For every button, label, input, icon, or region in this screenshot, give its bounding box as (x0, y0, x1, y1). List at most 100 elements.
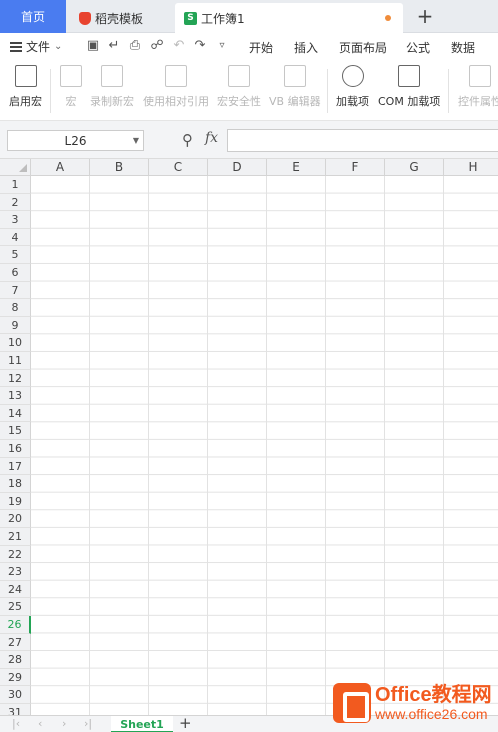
relative-reference-icon (165, 65, 187, 87)
column-header[interactable]: G (385, 159, 444, 176)
formula-input[interactable] (227, 129, 498, 152)
add-sheet-button[interactable]: + (179, 714, 192, 732)
row-header[interactable]: 7 (0, 281, 31, 300)
redo-icon[interactable]: ↷ (193, 39, 207, 53)
menu-bar: 文件 ⌄ ▣ ↵ ⎙ ☍ ↶ ↷ ▿ 开始 插入 页面布局 公式 数据 (0, 33, 498, 61)
column-header[interactable]: D (208, 159, 267, 176)
row-header[interactable]: 2 (0, 193, 31, 212)
row-header[interactable]: 22 (0, 545, 31, 564)
row-header[interactable]: 23 (0, 563, 31, 581)
addins-icon (341, 65, 364, 87)
macro-security-label: 宏安全性 (217, 95, 261, 108)
chevron-down-icon[interactable]: ▼ (133, 136, 139, 145)
row-header[interactable]: 6 (0, 264, 31, 282)
row-header[interactable]: 24 (0, 580, 31, 599)
ribbon-separator (448, 69, 449, 113)
row-header[interactable]: 20 (0, 510, 31, 528)
menu-data[interactable]: 数据 (451, 39, 475, 56)
row-header[interactable]: 29 (0, 668, 31, 687)
macro-security-button[interactable]: 宏安全性 (217, 65, 261, 109)
row-header[interactable]: 5 (0, 246, 31, 264)
row-header[interactable]: 27 (0, 633, 31, 652)
customize-quick-access-icon[interactable]: ▿ (215, 39, 229, 53)
tab-home-label: 首页 (20, 10, 45, 24)
row-header[interactable]: 4 (0, 228, 31, 247)
last-sheet-icon[interactable]: ›| (84, 717, 92, 730)
row-header[interactable]: 9 (0, 316, 31, 335)
column-header[interactable]: B (90, 159, 149, 176)
row-header[interactable]: 13 (0, 387, 31, 405)
relative-reference-button[interactable]: 使用相对引用 (143, 65, 209, 109)
first-sheet-icon[interactable]: |‹ (12, 717, 20, 730)
new-tab-button[interactable]: + (413, 5, 437, 29)
row-header[interactable]: 18 (0, 475, 31, 493)
tab-workbook-label: 工作簿1 (201, 11, 245, 26)
control-properties-button[interactable]: 控件属性 (458, 65, 498, 109)
prev-sheet-icon[interactable]: ‹ (38, 717, 42, 730)
menu-formulas[interactable]: 公式 (406, 39, 430, 56)
row-header[interactable]: 31 (0, 704, 31, 715)
record-macro-icon (101, 65, 123, 87)
menu-insert[interactable]: 插入 (294, 39, 318, 56)
tab-daoke-templates[interactable]: 稻壳模板 (69, 3, 172, 33)
file-menu[interactable]: 文件 ⌄ (10, 38, 62, 55)
column-header[interactable]: F (326, 159, 385, 176)
tab-home[interactable]: 首页 (0, 0, 66, 33)
vb-editor-icon (283, 65, 306, 87)
daoke-logo-icon (79, 11, 91, 25)
row-header[interactable]: 3 (0, 211, 31, 229)
row-header[interactable]: 25 (0, 598, 31, 616)
zoom-icon[interactable]: ⚲ (182, 131, 193, 149)
enable-macro-button[interactable]: 启用宏 (9, 65, 42, 109)
tab-daoke-label: 稻壳模板 (95, 11, 144, 26)
column-header[interactable]: C (149, 159, 208, 176)
relative-reference-label: 使用相对引用 (143, 95, 209, 108)
menu-home[interactable]: 开始 (249, 39, 273, 56)
vb-editor-button[interactable]: VB 编辑器 (269, 65, 321, 109)
sheet-tab[interactable]: Sheet1 (111, 716, 173, 732)
save-icon[interactable]: ▣ (86, 39, 100, 53)
com-addins-label: COM 加载项 (378, 95, 441, 108)
tab-bar: 首页 稻壳模板 S 工作簿1 + (0, 0, 498, 33)
column-header[interactable]: A (31, 159, 90, 176)
macro-icon (60, 65, 82, 87)
com-addins-button[interactable]: COM 加载项 (378, 65, 440, 109)
cell-area[interactable] (31, 176, 498, 715)
row-header[interactable]: 28 (0, 651, 31, 669)
name-box[interactable]: L26 ▼ (7, 130, 144, 151)
macro-label: 宏 (65, 95, 77, 108)
row-header[interactable]: 15 (0, 422, 31, 440)
menu-page-layout[interactable]: 页面布局 (339, 39, 387, 56)
fx-icon[interactable]: fx (205, 130, 218, 146)
tab-workbook[interactable]: S 工作簿1 (175, 3, 403, 33)
row-header[interactable]: 11 (0, 352, 31, 370)
next-sheet-icon[interactable]: › (62, 717, 66, 730)
row-header[interactable]: 30 (0, 686, 31, 704)
row-header[interactable]: 1 (0, 176, 31, 194)
addins-button[interactable]: 加载项 (336, 65, 369, 109)
row-header[interactable]: 19 (0, 492, 31, 511)
row-header[interactable]: 16 (0, 440, 31, 458)
print-icon[interactable]: ⎙ (128, 39, 142, 53)
ribbon-separator (50, 69, 51, 113)
row-header[interactable]: 8 (0, 299, 31, 317)
row-header[interactable]: 21 (0, 528, 31, 546)
office26-watermark: Office教程网 www.office26.com (333, 682, 493, 724)
macro-button[interactable]: 宏 (60, 65, 82, 109)
select-all-corner[interactable] (0, 159, 31, 176)
record-macro-button[interactable]: 录制新宏 (90, 65, 134, 109)
hamburger-icon (10, 41, 22, 52)
export-icon[interactable]: ↵ (107, 39, 121, 53)
row-header[interactable]: 14 (0, 404, 31, 423)
office-logo-icon (333, 683, 371, 723)
row-header[interactable]: 10 (0, 334, 31, 352)
row-header[interactable]: 12 (0, 369, 31, 388)
row-header[interactable]: 26 (0, 616, 31, 634)
undo-icon[interactable]: ↶ (172, 39, 186, 53)
column-header[interactable]: H (444, 159, 498, 176)
control-properties-icon (469, 65, 491, 87)
print-preview-icon[interactable]: ☍ (150, 39, 164, 53)
column-header[interactable]: E (267, 159, 326, 176)
watermark-title: Office教程网 (375, 684, 492, 706)
row-header[interactable]: 17 (0, 457, 31, 476)
